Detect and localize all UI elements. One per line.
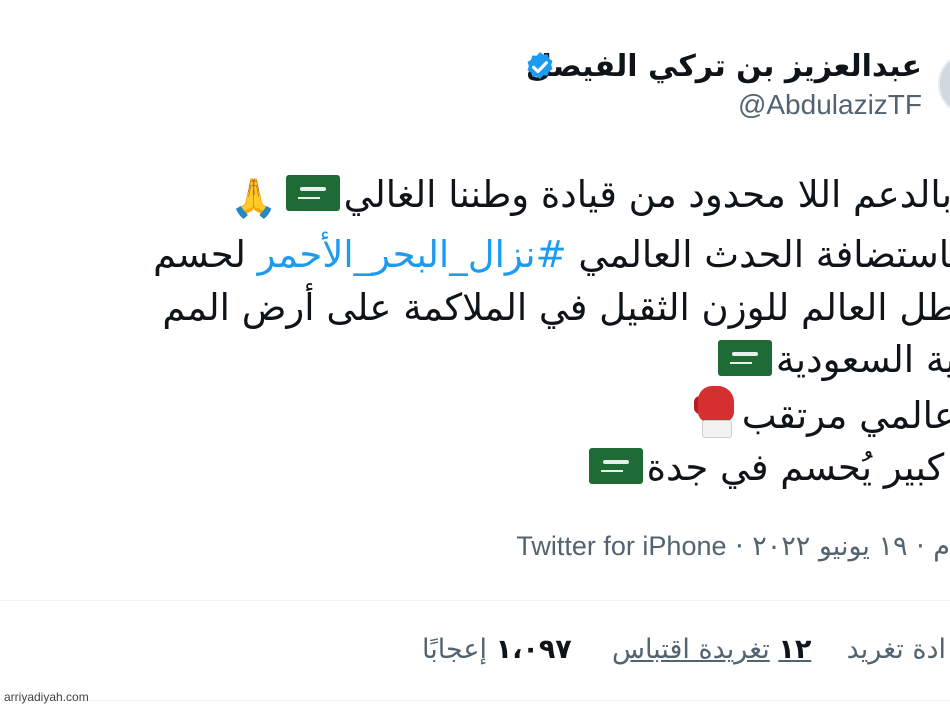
likes-stat[interactable]: ١،٠٩٧ إعجابًا bbox=[422, 634, 572, 665]
tweet-text: بطل العالم للوزن الثقيل في الملاكمة على … bbox=[162, 286, 950, 329]
hashtag-link[interactable]: #نزال_البحر_الأحمر bbox=[258, 233, 567, 276]
tweet-date[interactable]: م · ١٩ يونيو ٢٠٢٢ · bbox=[727, 531, 950, 562]
tweet-meta: م · ١٩ يونيو ٢٠٢٢ · Twitter for iPhone bbox=[516, 531, 950, 562]
retweets-stat[interactable]: ادة تغريد bbox=[847, 634, 946, 665]
tweet-source[interactable]: Twitter for iPhone bbox=[516, 531, 726, 561]
quote-count: ١٢ bbox=[778, 634, 812, 665]
quote-label: تغريدة اقتباس bbox=[612, 634, 770, 665]
quote-tweets-stat[interactable]: ١٢ تغريدة اقتباس bbox=[612, 634, 811, 665]
boxing-glove-icon bbox=[693, 386, 736, 438]
author-name[interactable]: عبدالعزيز بن تركي الفيصل bbox=[526, 47, 922, 87]
retweets-label: ادة تغريد bbox=[846, 634, 946, 665]
praying-hands-icon: 🙏 bbox=[230, 176, 278, 220]
watermark: arriyadiyah.com bbox=[4, 690, 89, 704]
tweet-line-1: بالدعم اللا محدود من قيادة وطننا الغالي 🙏 bbox=[226, 167, 950, 226]
saudi-flag-icon bbox=[717, 340, 772, 376]
tweet-card: عبدالعزيز بن تركي الفيصل @AbdulazizTF با… bbox=[0, 0, 950, 707]
tweet-line-3: بطل العالم للوزن الثقيل في الملاكمة على … bbox=[162, 280, 950, 336]
divider bbox=[0, 700, 950, 701]
tweet-text: ر باستضافة الحدث العالمي bbox=[566, 233, 950, 276]
saudi-flag-icon bbox=[285, 175, 340, 211]
tweet-line-4: ية السعودية bbox=[714, 332, 950, 388]
author-handle[interactable]: @AbdulazizTF bbox=[738, 89, 922, 121]
tweet-text: عالمي مرتقب bbox=[741, 394, 950, 437]
saudi-flag-icon bbox=[588, 448, 643, 484]
tweet-text: ّ كبير يُحسم في جدة bbox=[646, 446, 950, 489]
like-label: إعجابًا bbox=[422, 634, 488, 665]
tweet-line-6: ّ كبير يُحسم في جدة bbox=[585, 440, 950, 496]
tweet-line-5: عالمي مرتقب bbox=[690, 386, 950, 444]
divider bbox=[0, 600, 950, 601]
tweet-text: ية السعودية bbox=[775, 338, 950, 381]
like-count: ١،٠٩٧ bbox=[495, 634, 572, 665]
tweet-line-2: ر باستضافة الحدث العالمي #نزال_البحر_الأ… bbox=[153, 227, 950, 283]
tweet-text: بالدعم اللا محدود من قيادة وطننا الغالي bbox=[343, 173, 950, 216]
tweet-text: لحسم bbox=[153, 233, 258, 276]
avatar[interactable] bbox=[938, 52, 950, 116]
verified-badge-icon bbox=[527, 52, 553, 80]
